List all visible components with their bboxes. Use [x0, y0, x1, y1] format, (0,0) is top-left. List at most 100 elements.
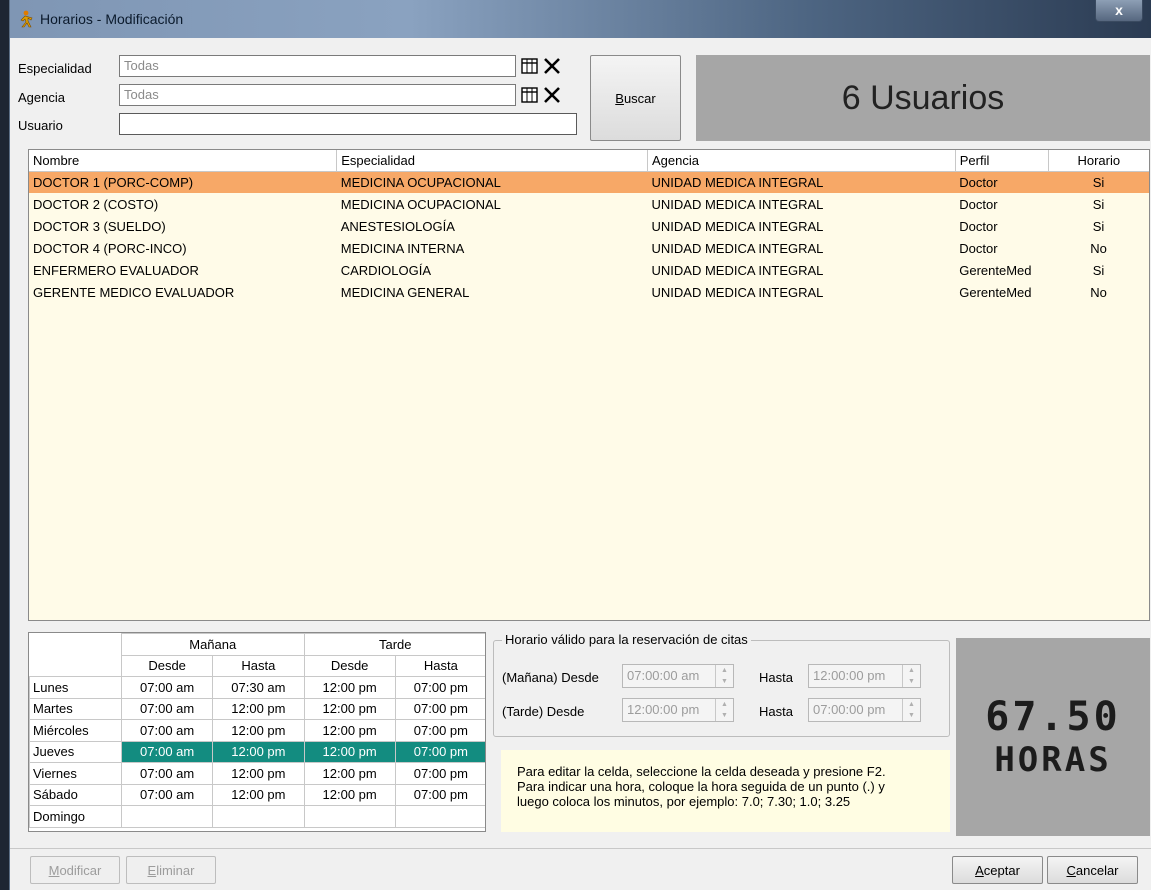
table-row[interactable]: DOCTOR 2 (COSTO) MEDICINA OCUPACIONAL UNID… — [29, 193, 1149, 215]
schedule-cell-m-desde[interactable]: 07:00 am — [120, 697, 214, 720]
table-row[interactable]: ENFERMERO EVALUADOR CARDIOLOGÍA UNIDAD MED… — [29, 259, 1149, 281]
schedule-cell-m-hasta[interactable]: 12:00 pm — [212, 697, 305, 720]
especialidad-field[interactable]: Todas — [119, 55, 516, 77]
tarde-desde-arrows[interactable]: ▲ ▼ — [715, 699, 733, 721]
cell-agencia[interactable]: UNIDAD MEDICA INTEGRAL — [648, 215, 956, 237]
spin-down-icon[interactable]: ▼ — [716, 710, 733, 721]
spin-down-icon[interactable]: ▼ — [716, 676, 733, 687]
eliminar-button[interactable]: Eliminar — [126, 856, 216, 884]
manana-desde-spinner[interactable]: 07:00:00 am ▲ ▼ — [622, 664, 734, 688]
header-nombre[interactable]: Nombre — [29, 150, 338, 172]
spin-up-icon[interactable]: ▲ — [716, 665, 733, 676]
cell-nombre[interactable]: DOCTOR 1 (PORC-COMP) — [29, 171, 337, 193]
cell-agencia[interactable]: UNIDAD MEDICA INTEGRAL — [647, 171, 956, 193]
modificar-button[interactable]: Modificar — [30, 856, 120, 884]
cell-agencia[interactable]: UNIDAD MEDICA INTEGRAL — [648, 259, 956, 281]
schedule-row[interactable]: Domingo — [29, 805, 485, 828]
cell-nombre[interactable]: DOCTOR 2 (COSTO) — [29, 193, 337, 215]
spin-down-icon[interactable]: ▼ — [903, 710, 920, 721]
schedule-cell-t-hasta[interactable]: 07:00 pm — [394, 719, 485, 742]
manana-desde-arrows[interactable]: ▲ ▼ — [715, 665, 733, 687]
manana-hasta-spinner[interactable]: 12:00:00 pm ▲ ▼ — [808, 664, 921, 688]
schedule-cell-m-desde[interactable]: 07:00 am — [120, 783, 214, 806]
spin-up-icon[interactable]: ▲ — [903, 665, 920, 676]
cell-horario[interactable]: Si — [1048, 193, 1149, 215]
schedule-cell-t-desde[interactable]: 12:00 pm — [303, 740, 396, 763]
cell-especialidad[interactable]: ANESTESIOLOGÍA — [337, 215, 648, 237]
cell-especialidad[interactable]: MEDICINA GENERAL — [337, 281, 648, 303]
table-row[interactable]: DOCTOR 1 (PORC-COMP) MEDICINA OCUPACIONAL… — [29, 171, 1149, 193]
agencia-select-icon[interactable] — [520, 85, 540, 105]
schedule-cell-m-desde[interactable]: 07:00 am — [120, 740, 214, 763]
close-button[interactable]: x — [1095, 0, 1143, 22]
schedule-cell-m-hasta[interactable]: 07:30 am — [212, 676, 305, 699]
table-row[interactable]: GERENTE MEDICO EVALUADOR MEDICINA GENERAL… — [29, 281, 1149, 303]
cell-horario[interactable]: Si — [1048, 171, 1149, 193]
cell-nombre[interactable]: GERENTE MEDICO EVALUADOR — [29, 281, 337, 303]
schedule-cell-m-hasta[interactable]: 12:00 pm — [212, 762, 305, 785]
spin-up-icon[interactable]: ▲ — [716, 699, 733, 710]
cell-horario[interactable]: Si — [1048, 215, 1149, 237]
header-agencia[interactable]: Agencia — [647, 150, 956, 172]
schedule-row[interactable]: Viernes 07:00 am 12:00 pm 12:00 pm 07:00 pm — [29, 762, 485, 785]
tarde-desde-spinner[interactable]: 12:00:00 pm ▲ ▼ — [622, 698, 734, 722]
spin-down-icon[interactable]: ▼ — [903, 676, 920, 687]
cell-nombre[interactable]: ENFERMERO EVALUADOR — [29, 259, 337, 281]
schedule-cell-t-hasta[interactable]: 07:00 pm — [394, 697, 485, 720]
cancelar-button[interactable]: Cancelar — [1047, 856, 1138, 884]
table-row[interactable]: DOCTOR 4 (PORC-INCO) MEDICINA INTERNA UNID… — [29, 237, 1149, 259]
cell-especialidad[interactable]: MEDICINA OCUPACIONAL — [336, 171, 648, 193]
cell-perfil[interactable]: Doctor — [955, 171, 1049, 193]
cell-horario[interactable]: No — [1048, 281, 1149, 303]
buscar-button[interactable]: Buscar — [590, 55, 681, 141]
header-horario[interactable]: Horario — [1048, 150, 1149, 172]
tarde-hasta-spinner[interactable]: 07:00:00 pm ▲ ▼ — [808, 698, 921, 722]
schedule-cell-m-desde[interactable]: 07:00 am — [120, 676, 214, 699]
cell-agencia[interactable]: UNIDAD MEDICA INTEGRAL — [648, 193, 956, 215]
table-row[interactable]: DOCTOR 3 (SUELDO) ANESTESIOLOGÍA UNIDAD ME… — [29, 215, 1149, 237]
cell-horario[interactable]: Si — [1048, 259, 1149, 281]
schedule-cell-t-hasta[interactable]: 07:00 pm — [394, 762, 485, 785]
manana-hasta-arrows[interactable]: ▲ ▼ — [902, 665, 920, 687]
schedule-cell-m-desde[interactable]: 07:00 am — [120, 719, 214, 742]
cell-perfil[interactable]: GerenteMed — [955, 281, 1048, 303]
cell-perfil[interactable]: Doctor — [955, 193, 1048, 215]
schedule-cell-t-hasta[interactable]: 07:00 pm — [394, 676, 485, 699]
schedule-cell-t-desde[interactable]: 12:00 pm — [303, 762, 396, 785]
usuario-field[interactable] — [119, 113, 577, 135]
cell-especialidad[interactable]: MEDICINA OCUPACIONAL — [337, 193, 648, 215]
schedule-cell-t-hasta[interactable]: 07:00 pm — [394, 740, 485, 763]
header-especialidad[interactable]: Especialidad — [336, 150, 648, 172]
cell-nombre[interactable]: DOCTOR 3 (SUELDO) — [29, 215, 337, 237]
schedule-cell-m-hasta[interactable]: 12:00 pm — [212, 740, 305, 763]
schedule-cell-m-desde[interactable] — [120, 805, 214, 828]
agencia-clear-icon[interactable] — [542, 85, 562, 105]
cell-perfil[interactable]: Doctor — [955, 237, 1048, 259]
schedule-cell-t-desde[interactable]: 12:00 pm — [303, 783, 396, 806]
cell-horario[interactable]: No — [1048, 237, 1149, 259]
cell-agencia[interactable]: UNIDAD MEDICA INTEGRAL — [648, 237, 956, 259]
spin-up-icon[interactable]: ▲ — [903, 699, 920, 710]
schedule-row[interactable]: Jueves 07:00 am 12:00 pm 12:00 pm 07:00 pm — [29, 740, 485, 763]
schedule-cell-m-desde[interactable]: 07:00 am — [120, 762, 214, 785]
header-perfil[interactable]: Perfil — [955, 150, 1049, 172]
schedule-row[interactable]: Miércoles 07:00 am 12:00 pm 12:00 pm 07:00 p… — [29, 719, 485, 742]
schedule-cell-m-hasta[interactable] — [212, 805, 305, 828]
schedule-cell-t-hasta[interactable] — [394, 805, 485, 828]
cell-perfil[interactable]: Doctor — [955, 215, 1048, 237]
schedule-cell-t-desde[interactable] — [303, 805, 396, 828]
cell-agencia[interactable]: UNIDAD MEDICA INTEGRAL — [648, 281, 956, 303]
cell-especialidad[interactable]: CARDIOLOGÍA — [337, 259, 648, 281]
schedule-cell-t-desde[interactable]: 12:00 pm — [303, 697, 396, 720]
schedule-cell-t-desde[interactable]: 12:00 pm — [303, 676, 396, 699]
cell-nombre[interactable]: DOCTOR 4 (PORC-INCO) — [29, 237, 337, 259]
schedule-row[interactable]: Lunes 07:00 am 07:30 am 12:00 pm 07:00 pm — [29, 676, 485, 699]
tarde-hasta-arrows[interactable]: ▲ ▼ — [902, 699, 920, 721]
weekly-schedule-table[interactable]: Mañana Tarde Desde Hasta Desde Hasta Lun… — [28, 632, 486, 832]
schedule-cell-t-desde[interactable]: 12:00 pm — [303, 719, 396, 742]
cell-perfil[interactable]: GerenteMed — [955, 259, 1048, 281]
schedule-cell-m-hasta[interactable]: 12:00 pm — [212, 783, 305, 806]
especialidad-clear-icon[interactable] — [542, 56, 562, 76]
cell-especialidad[interactable]: MEDICINA INTERNA — [337, 237, 648, 259]
especialidad-select-icon[interactable] — [520, 56, 540, 76]
